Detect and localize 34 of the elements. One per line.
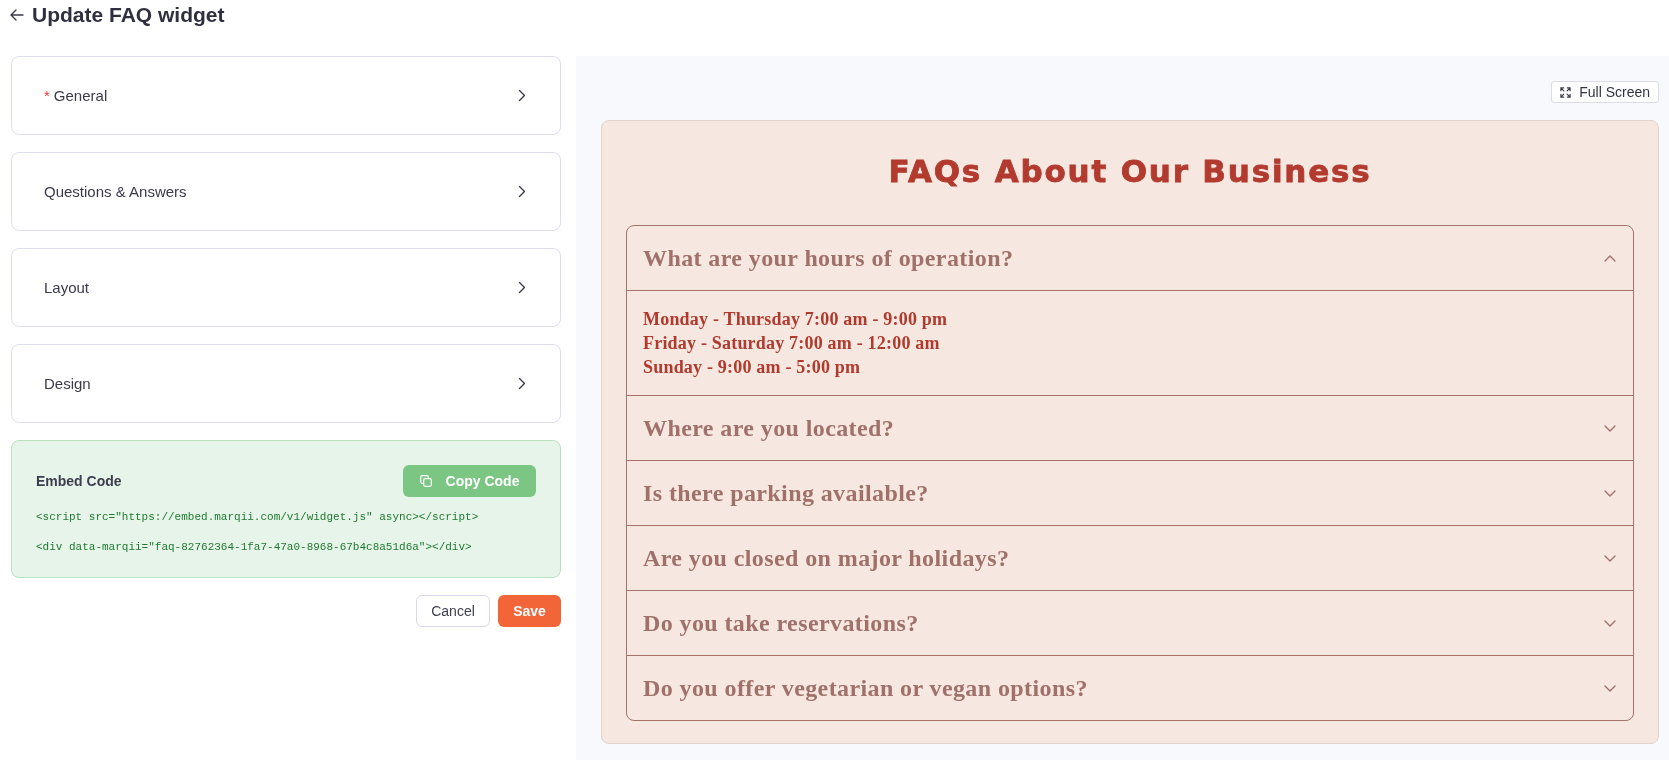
faq-question[interactable]: What are your hours of operation? bbox=[627, 226, 1633, 291]
faq-question[interactable]: Are you closed on major holidays? bbox=[627, 526, 1633, 591]
faq-question[interactable]: Is there parking available? bbox=[627, 461, 1633, 526]
faq-answer: Monday - Thursday 7:00 am - 9:00 pm Friday - Saturday 7:00 am - 12:00 am Sunday - 9:00 am - 5:00 pm bbox=[627, 291, 1633, 396]
chevron-up-icon bbox=[1604, 254, 1616, 262]
chevron-down-icon bbox=[1604, 554, 1616, 562]
full-screen-button[interactable]: Full Screen bbox=[1551, 81, 1659, 103]
section-card[interactable]: * General bbox=[11, 56, 561, 135]
chevron-right-icon bbox=[518, 281, 526, 294]
faq-question[interactable]: Do you offer vegetarian or vegan options? bbox=[627, 656, 1633, 720]
section-card[interactable]: Questions & Answers bbox=[11, 152, 561, 231]
page-title: Update FAQ widget bbox=[32, 3, 225, 27]
chevron-down-icon bbox=[1604, 684, 1616, 692]
chevron-down-icon bbox=[1604, 424, 1616, 432]
chevron-down-icon bbox=[1604, 619, 1616, 627]
faq-question[interactable]: Where are you located? bbox=[627, 396, 1633, 461]
chevron-down-icon bbox=[1604, 489, 1616, 497]
chevron-right-icon bbox=[518, 185, 526, 198]
copy-code-button[interactable]: Copy Code bbox=[403, 465, 536, 497]
section-card[interactable]: Layout bbox=[11, 248, 561, 327]
expand-icon bbox=[1560, 86, 1572, 98]
back-arrow-icon[interactable] bbox=[10, 9, 24, 21]
chevron-right-icon bbox=[518, 377, 526, 390]
embed-code-line: <script src="https://embed.marqii.com/v1/widget.js" async></script> bbox=[36, 510, 479, 525]
chevron-right-icon bbox=[518, 89, 526, 102]
required-marker: * bbox=[44, 87, 50, 104]
save-button[interactable]: Save bbox=[498, 595, 561, 627]
faq-title: FAQs About Our Business bbox=[888, 152, 1372, 191]
section-card[interactable]: Design bbox=[11, 344, 561, 423]
embed-code-line: <div data-marqii="faq-82762364-1fa7-47a0-8968-67b4c8a51d6a"></div> bbox=[36, 540, 472, 555]
copy-icon bbox=[419, 475, 432, 487]
faq-question[interactable]: Do you take reservations? bbox=[627, 591, 1633, 656]
embed-code-title: Embed Code bbox=[36, 473, 122, 489]
cancel-button[interactable]: Cancel bbox=[416, 595, 490, 627]
